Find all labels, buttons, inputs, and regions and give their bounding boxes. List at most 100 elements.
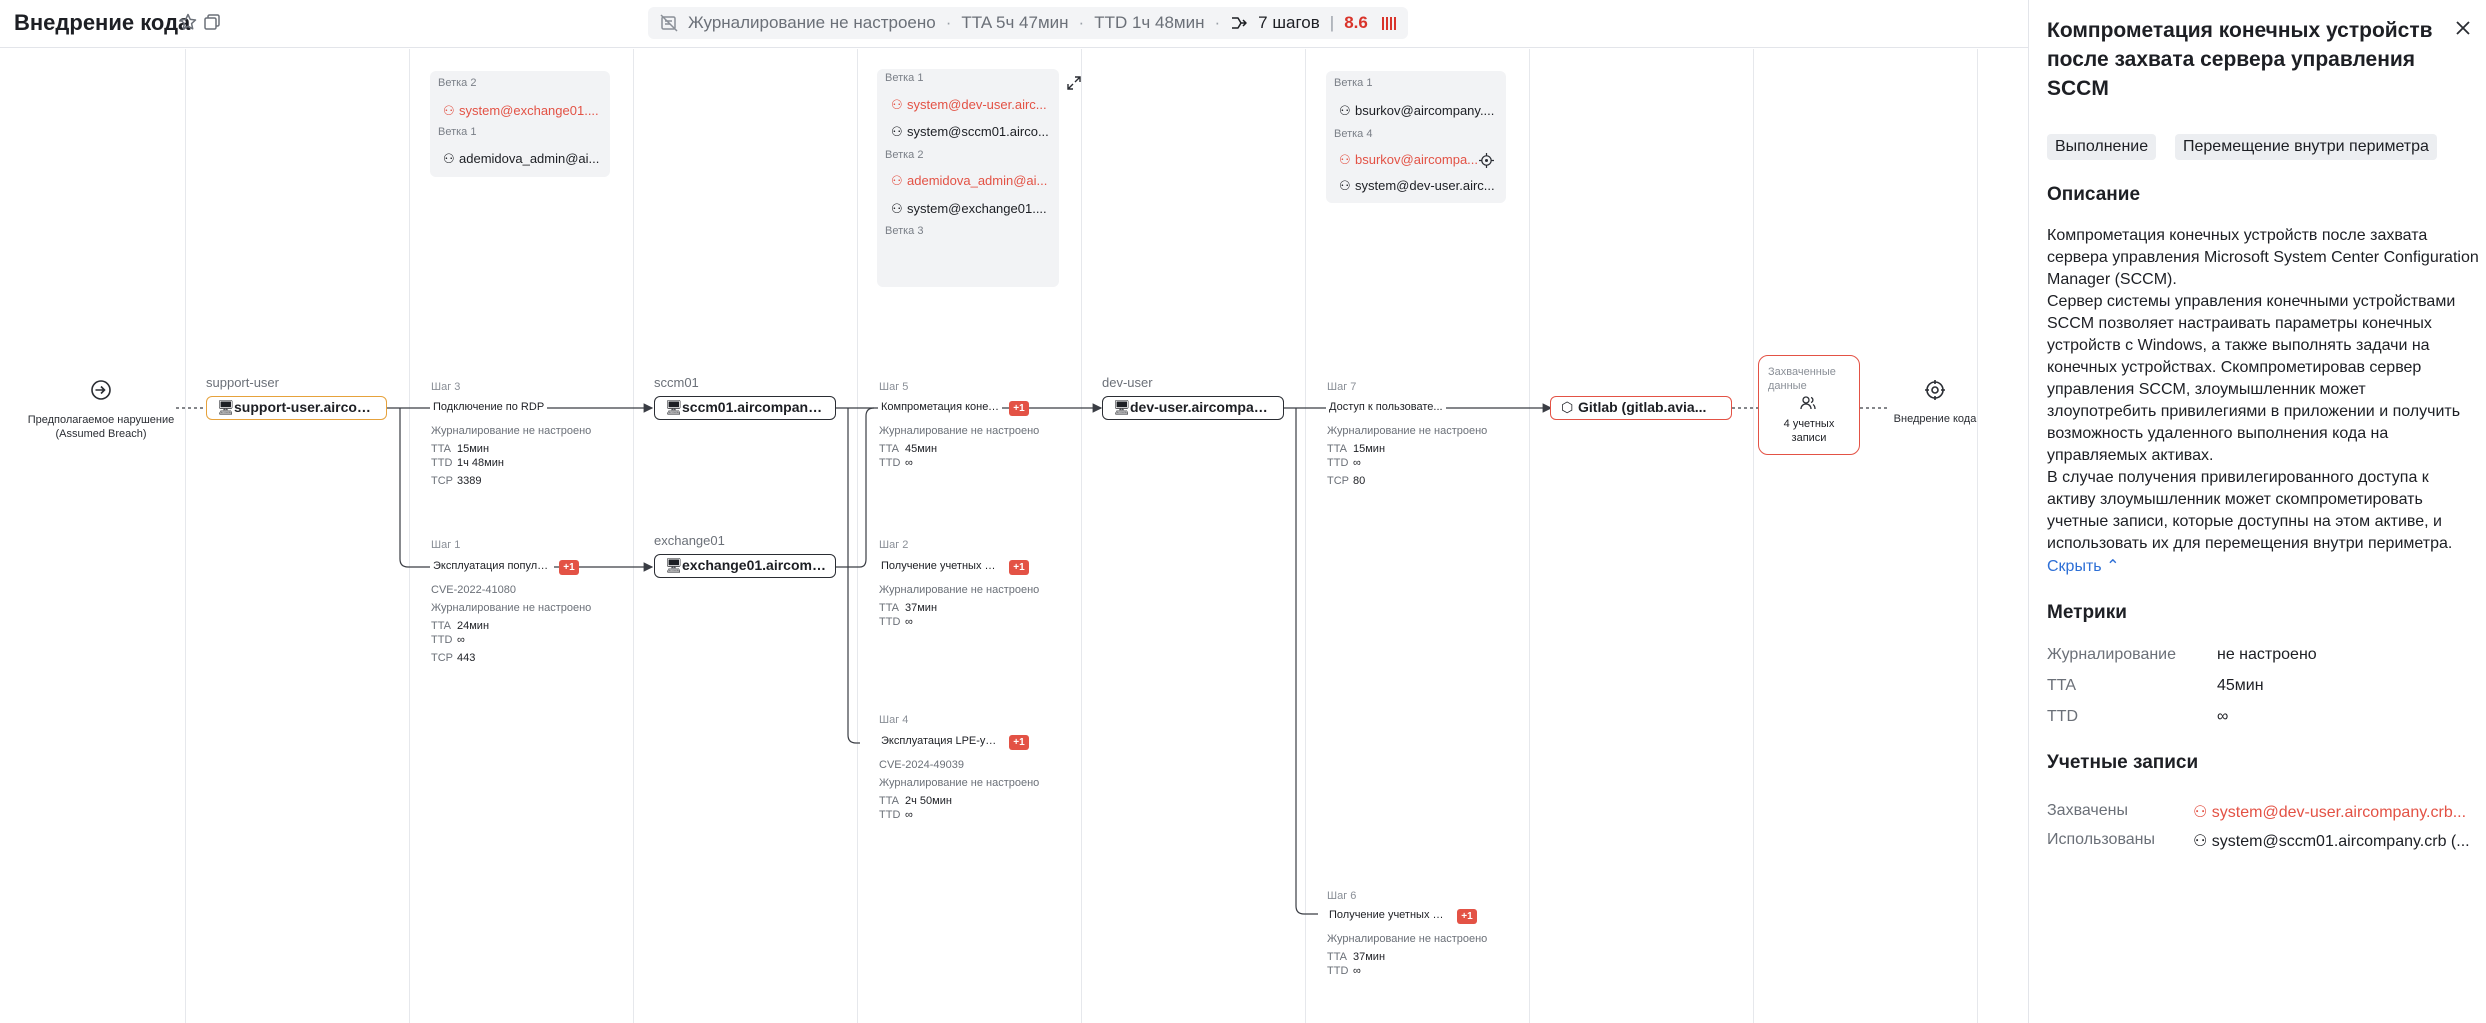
- top-bar: Внедрение кода Журналирование не настрое…: [0, 0, 2028, 48]
- metric-value: ∞: [2217, 708, 2229, 725]
- step-number: Шаг 2: [879, 539, 909, 551]
- step-ttd: TTD ∞: [1327, 965, 1361, 977]
- target-label: Внедрение кода: [1893, 413, 1977, 425]
- step-extra-badge[interactable]: +1: [1009, 401, 1029, 416]
- attack-graph-canvas[interactable]: Предполагаемое нарушение (Assumed Breach)…: [0, 49, 2028, 1023]
- account-captured[interactable]: ⚇ system@dev-user.airc...: [891, 97, 1055, 113]
- step-title[interactable]: Получение учетных д...: [1326, 909, 1450, 921]
- step-number: Шаг 4: [879, 714, 909, 726]
- step-tta: TTA 15мин: [431, 443, 490, 455]
- account-icon: ⚇: [1339, 178, 1351, 193]
- path-summary: Журналирование не настроено · TTA 5ч 47м…: [648, 7, 1408, 39]
- step-tcp: TCP 80: [1327, 475, 1366, 487]
- description-text: Компрометация конечных устройств после з…: [2047, 227, 2479, 552]
- step-title[interactable]: Эксплуатация LPE-уя...: [878, 735, 1002, 747]
- step-ttd: TTD ∞: [879, 809, 913, 821]
- branch-label: Ветка 2: [885, 149, 924, 161]
- step-number: Шаг 7: [1327, 381, 1357, 393]
- summary-ttd: TTD 1ч 48мин: [1094, 13, 1205, 32]
- host-node-gitlab[interactable]: ⬡ Gitlab (gitlab.avia...: [1550, 396, 1732, 420]
- account-used[interactable]: ⚇ system@dev-user.airc...: [1339, 178, 1499, 194]
- host-node-support-user[interactable]: 🖥support-user.aircom...: [206, 396, 387, 420]
- step-logging: Журналирование не настроено: [431, 425, 592, 437]
- accounts-key: Захвачены: [2047, 802, 2128, 819]
- step-tta: TTA 45мин: [879, 443, 938, 455]
- branch-label: Ветка 1: [1334, 77, 1373, 89]
- step-logging: Журналирование не настроено: [431, 602, 592, 614]
- account-used[interactable]: ⚇ system@sccm01.airco...: [891, 124, 1055, 140]
- host-node-exchange01[interactable]: 🖥exchange01.aircompa...: [654, 554, 836, 578]
- summary-tta: TTA 5ч 47мин: [961, 13, 1069, 32]
- summary-steps: 7 шагов: [1258, 13, 1320, 32]
- account-used[interactable]: ⚇ ademidova_admin@ai...: [443, 151, 605, 167]
- account-captured-icon: ⚇: [891, 173, 903, 188]
- step-ttd: TTD 1ч 48мин: [431, 457, 504, 469]
- step-number: Шаг 5: [879, 381, 909, 393]
- step-logging: Журналирование не настроено: [1327, 933, 1488, 945]
- branch-label: Ветка 4: [1334, 128, 1373, 140]
- star-icon[interactable]: [178, 12, 198, 32]
- account-captured[interactable]: ⚇ system@exchange01....: [443, 103, 605, 119]
- step-ttd: TTD ∞: [1327, 457, 1361, 469]
- step-cve: CVE-2024-49039: [879, 759, 965, 771]
- captured-data-title: Захваченные данные: [1768, 366, 1836, 392]
- account-captured-icon: ⚇: [1339, 152, 1351, 167]
- accounts-heading: Учетные записи: [2047, 752, 2199, 773]
- score-bars-icon: [1381, 16, 1396, 30]
- details-panel: Компрометация конечных устройств после з…: [2028, 0, 2486, 1023]
- target-small-icon: [1479, 153, 1494, 168]
- step-title[interactable]: Получение учетных д...: [878, 560, 1002, 572]
- step-title[interactable]: Эксплуатация популя...: [430, 560, 554, 572]
- account-captured-icon: ⚇: [443, 103, 455, 118]
- account-icon: ⚇: [891, 124, 903, 139]
- host-node-sccm01[interactable]: 🖥sccm01.aircompany.crb: [654, 396, 836, 420]
- metric-key: TTD: [2047, 708, 2079, 725]
- account-icon: ⚇: [2193, 833, 2212, 850]
- hide-description-link[interactable]: Скрыть ⌃: [2047, 556, 2119, 576]
- step-title[interactable]: Подключение по RDP: [430, 401, 548, 413]
- computer-icon: 🖥: [665, 399, 683, 415]
- computer-icon: 🖥: [665, 557, 683, 573]
- steps-icon: [1232, 17, 1247, 29]
- step-tcp: TCP 3389: [431, 475, 482, 487]
- metric-key: Журналирование: [2047, 646, 2177, 663]
- step-extra-badge[interactable]: +1: [1009, 735, 1029, 750]
- account-used[interactable]: ⚇ system@exchange01....: [891, 201, 1055, 217]
- account-captured[interactable]: ⚇ bsurkov@aircompa...: [1339, 152, 1479, 168]
- tactic-tag[interactable]: Перемещение внутри периметра: [2175, 134, 2437, 160]
- close-icon[interactable]: [2453, 18, 2473, 38]
- step-extra-badge[interactable]: +1: [559, 560, 579, 575]
- chevron-up-icon: ⌃: [2106, 558, 2120, 575]
- step-tta: TTA 24мин: [431, 620, 490, 632]
- captured-data-count: 4 учетных записи: [1783, 418, 1835, 444]
- host-group-label: sccm01: [654, 375, 699, 390]
- step-tta: TTA 15мин: [1327, 443, 1386, 455]
- used-account-link[interactable]: ⚇ system@sccm01.aircompany.crb (...: [2193, 831, 2486, 851]
- host-group-label: support-user: [206, 375, 279, 390]
- computer-icon: 🖥: [1113, 399, 1131, 415]
- account-captured[interactable]: ⚇ ademidova_admin@ai...: [891, 173, 1055, 189]
- step-ttd: TTD ∞: [431, 634, 465, 646]
- summary-logging: Журналирование не настроено: [688, 13, 936, 32]
- step-extra-badge[interactable]: +1: [1457, 909, 1477, 924]
- host-group-label: dev-user: [1102, 375, 1153, 390]
- account-used[interactable]: ⚇ bsurkov@aircompany....: [1339, 103, 1499, 119]
- expand-icon[interactable]: [1066, 75, 1082, 91]
- host-node-dev-user[interactable]: 🖥dev-user.aircompany....: [1102, 396, 1284, 420]
- assumed-breach-label: Предполагаемое нарушение (Assumed Breach): [27, 414, 175, 440]
- copy-icon[interactable]: [202, 12, 222, 32]
- account-captured-icon: ⚇: [891, 97, 903, 112]
- step-tta: TTA 37мин: [1327, 951, 1386, 963]
- step-title[interactable]: Доступ к пользовате...: [1326, 401, 1446, 413]
- step-number: Шаг 1: [431, 539, 461, 551]
- page-title: Внедрение кода: [14, 10, 191, 35]
- description-heading: Описание: [2047, 184, 2141, 205]
- captured-account-link[interactable]: ⚇ system@dev-user.aircompany.crb...: [2193, 802, 2486, 822]
- metric-value: 45мин: [2217, 677, 2264, 694]
- step-extra-badge[interactable]: +1: [1009, 560, 1029, 575]
- step-logging: Журналирование не настроено: [879, 584, 1040, 596]
- step-title[interactable]: Компрометация конеч...: [878, 401, 1002, 413]
- metrics-heading: Метрики: [2047, 602, 2127, 623]
- tactic-tag[interactable]: Выполнение: [2047, 134, 2157, 160]
- panel-title: Компрометация конечных устройств после з…: [2047, 19, 2433, 100]
